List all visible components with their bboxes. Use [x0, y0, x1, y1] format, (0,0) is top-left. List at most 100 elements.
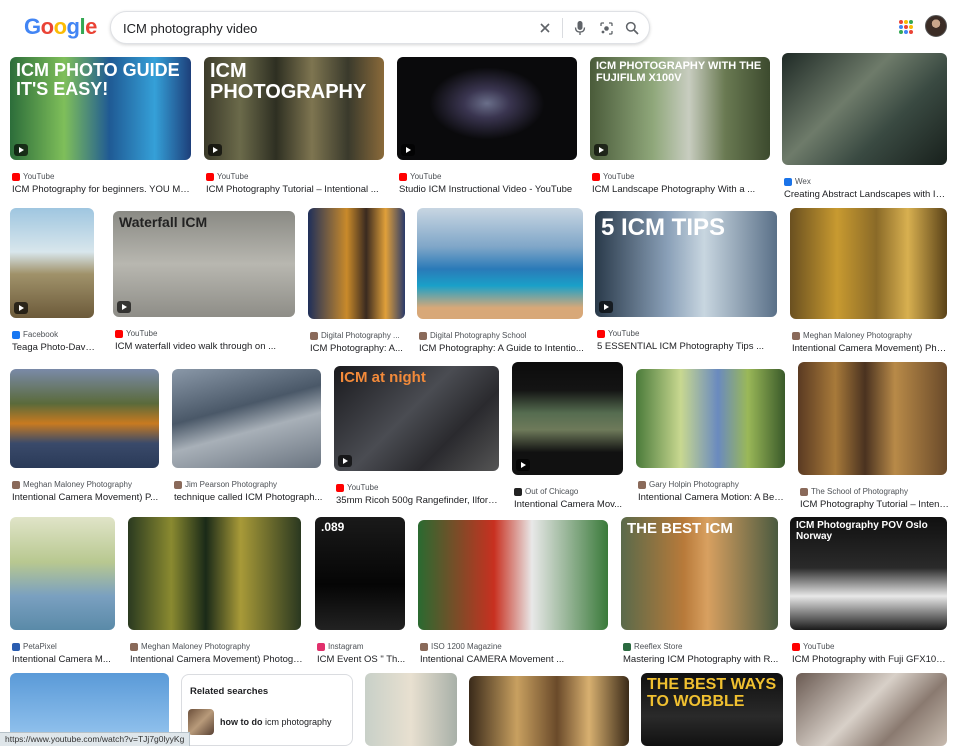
logo-letter: e: [85, 14, 97, 39]
related-search-item[interactable]: how to do icm photography: [188, 708, 332, 736]
result-title[interactable]: technique called ICM Photograph...: [174, 492, 323, 503]
result-thumbnail[interactable]: [636, 369, 785, 468]
result-thumbnail[interactable]: [172, 369, 321, 468]
result-source[interactable]: Digital Photography School: [419, 331, 585, 340]
result-thumbnail[interactable]: [790, 208, 947, 319]
result-source[interactable]: YouTube: [792, 642, 949, 651]
result-thumbnail[interactable]: [128, 517, 301, 630]
result-source[interactable]: Facebook: [12, 330, 96, 339]
clear-icon[interactable]: [536, 17, 554, 39]
result-title[interactable]: Creating Abstract Landscapes with IC...: [784, 189, 949, 200]
result-source-label: Jim Pearson Photography: [185, 480, 278, 489]
result-thumbnail[interactable]: [469, 676, 629, 746]
result-thumbnail[interactable]: [365, 673, 457, 746]
result-thumbnail[interactable]: [397, 57, 577, 160]
result-thumbnail[interactable]: THE BEST ICM: [621, 517, 778, 630]
result-source-label: Reeflex Store: [634, 642, 683, 651]
result-source[interactable]: Meghan Maloney Photography: [130, 642, 303, 651]
favicon-icon: [800, 487, 808, 496]
favicon-icon: [792, 331, 800, 340]
result-thumbnail[interactable]: THE BEST WAYS TO WOBBLE: [641, 673, 783, 746]
favicon-icon: [399, 172, 407, 181]
result-title[interactable]: ICM Photography with Fuji GFX100...: [792, 654, 949, 665]
result-title[interactable]: ICM Photography: A Guide to Intentio...: [419, 343, 585, 354]
result-source[interactable]: Instagram: [317, 642, 407, 651]
microphone-icon[interactable]: [571, 17, 589, 39]
thumbnail-overlay-text: THE BEST ICM: [627, 520, 733, 537]
account-avatar[interactable]: [925, 15, 947, 37]
result-source[interactable]: YouTube: [115, 329, 297, 338]
result-source[interactable]: YouTube: [399, 172, 579, 181]
result-thumbnail[interactable]: ICM Photography POV Oslo Norway: [790, 517, 947, 630]
result-title[interactable]: 35mm Ricoh 500g Rangefinder, Ilford...: [336, 495, 501, 506]
result-source[interactable]: YouTube: [336, 483, 501, 492]
google-logo[interactable]: Google: [24, 14, 97, 40]
search-box[interactable]: [110, 11, 650, 44]
result-source[interactable]: YouTube: [206, 172, 386, 181]
result-title[interactable]: Intentional Camera Movement) Photogr...: [130, 654, 303, 665]
favicon-icon: [638, 480, 646, 489]
result-title[interactable]: Intentional CAMERA Movement ...: [420, 654, 610, 665]
related-searches-heading: Related searches: [190, 686, 269, 697]
result-thumbnail[interactable]: [796, 673, 947, 746]
result-thumbnail[interactable]: [10, 369, 159, 468]
play-icon: [338, 455, 352, 467]
result-source[interactable]: YouTube: [12, 172, 193, 181]
result-source-label: ISO 1200 Magazine: [431, 642, 502, 651]
search-icon[interactable]: [623, 17, 641, 39]
result-thumbnail[interactable]: [512, 362, 623, 475]
related-searches-card: Related searches how to do icm photograp…: [181, 674, 353, 746]
result-thumbnail[interactable]: .089: [315, 517, 405, 630]
result-title[interactable]: ICM Photography: A...: [310, 343, 407, 354]
result-source[interactable]: Meghan Maloney Photography: [12, 480, 161, 489]
result-source[interactable]: YouTube: [592, 172, 772, 181]
lens-icon[interactable]: [597, 17, 615, 39]
result-title[interactable]: Intentional Camera M...: [12, 654, 117, 665]
result-thumbnail[interactable]: [418, 520, 608, 630]
result-source[interactable]: YouTube: [597, 329, 779, 338]
result-source[interactable]: ISO 1200 Magazine: [420, 642, 610, 651]
apps-grid-icon[interactable]: [899, 20, 913, 34]
result-title[interactable]: 5 ESSENTIAL ICM Photography Tips ...: [597, 341, 779, 352]
result-source[interactable]: PetaPixel: [12, 642, 117, 651]
result-source[interactable]: Reeflex Store: [623, 642, 780, 651]
result-thumbnail[interactable]: ICM PHOTO GUIDE IT'S EASY!: [10, 57, 191, 160]
result-source[interactable]: Wex: [784, 177, 949, 186]
result-source-label: Facebook: [23, 330, 59, 339]
result-thumbnail[interactable]: ICM at night: [334, 366, 499, 471]
play-icon: [516, 459, 530, 471]
result-source-label: Gary Holpin Photography: [649, 480, 739, 489]
result-source[interactable]: Jim Pearson Photography: [174, 480, 323, 489]
result-title[interactable]: ICM Photography Tutorial – Intent...: [800, 499, 949, 510]
result-source[interactable]: Out of Chicago: [514, 487, 625, 496]
result-thumbnail[interactable]: [10, 517, 115, 630]
result-source[interactable]: Meghan Maloney Photography: [792, 331, 949, 340]
result-thumbnail[interactable]: ICM PHOTOGRAPHY: [204, 57, 384, 160]
result-title[interactable]: Studio ICM Instructional Video - YouTube: [399, 184, 579, 195]
result-thumbnail[interactable]: Waterfall ICM: [113, 211, 295, 317]
result-thumbnail[interactable]: [782, 53, 947, 165]
result-thumbnail[interactable]: [417, 208, 583, 319]
result-title[interactable]: Intentional Camera Mov...: [514, 499, 625, 510]
result-title[interactable]: ICM Photography for beginners. YOU MU...: [12, 184, 193, 195]
result-thumbnail[interactable]: [308, 208, 405, 319]
result-thumbnail[interactable]: [10, 208, 94, 318]
result-title[interactable]: Teaga Photo-David...: [12, 342, 96, 353]
result-source[interactable]: The School of Photography: [800, 487, 949, 496]
result-source[interactable]: Digital Photography ...: [310, 331, 407, 340]
result-title[interactable]: Intentional Camera Movement) P...: [12, 492, 161, 503]
result-thumbnail[interactable]: [798, 362, 947, 475]
play-icon: [14, 302, 28, 314]
result-title[interactable]: Mastering ICM Photography with R...: [623, 654, 780, 665]
play-icon: [599, 301, 613, 313]
result-title[interactable]: ICM Landscape Photography With a ...: [592, 184, 772, 195]
result-title[interactable]: Intentional Camera Motion: A Beg...: [638, 492, 787, 503]
result-title[interactable]: ICM Event OS " Th...: [317, 654, 407, 665]
result-title[interactable]: Intentional Camera Movement) Pho...: [792, 343, 949, 354]
result-thumbnail[interactable]: 5 ICM TIPS: [595, 211, 777, 317]
result-thumbnail[interactable]: ICM PHOTOGRAPHY WITH THE FUJIFILM X100V: [590, 57, 770, 160]
result-source[interactable]: Gary Holpin Photography: [638, 480, 787, 489]
search-input[interactable]: [123, 19, 503, 37]
result-title[interactable]: ICM waterfall video walk through on ...: [115, 341, 297, 352]
result-title[interactable]: ICM Photography Tutorial – Intentional .…: [206, 184, 386, 195]
